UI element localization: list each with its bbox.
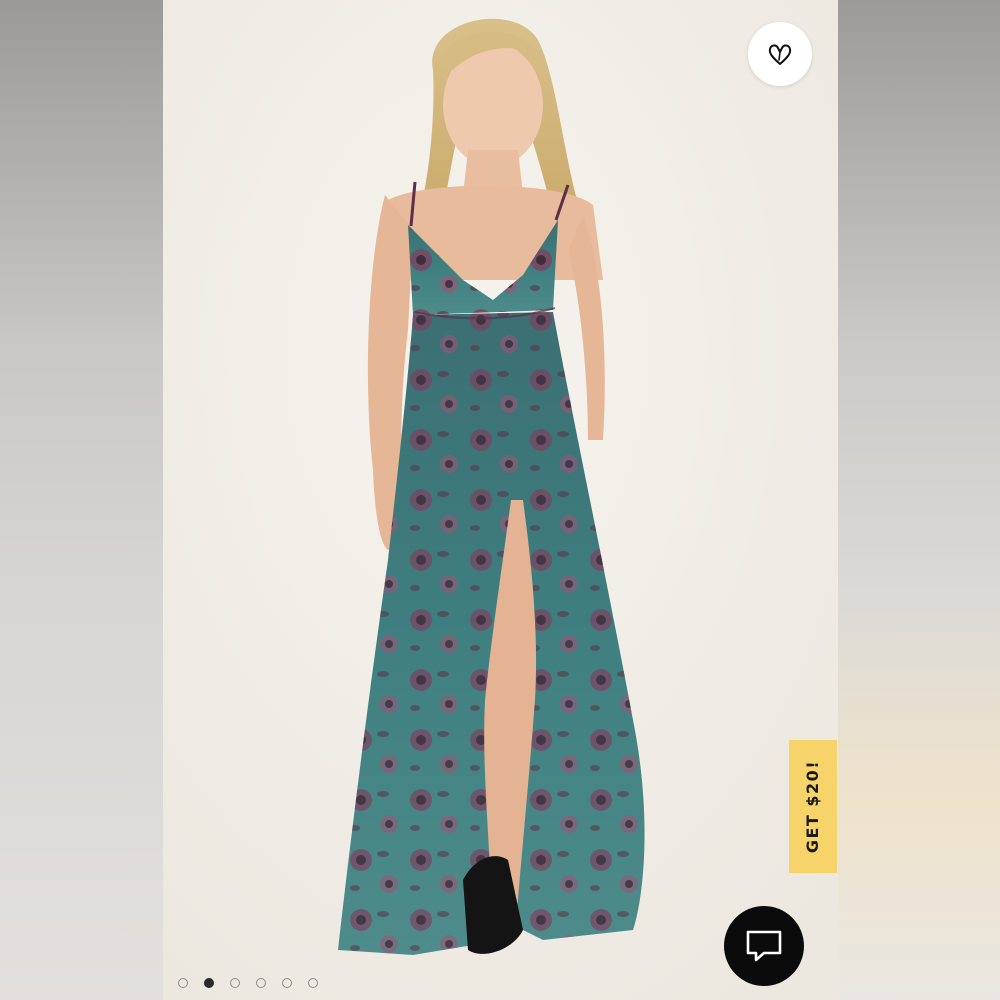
promo-label: GET $20! [803,759,823,854]
product-photo[interactable] [163,0,838,1000]
carousel-dot-1[interactable] [178,978,188,988]
background-blur-left [0,0,163,1000]
carousel-dot-5[interactable] [282,978,292,988]
carousel-dot-6[interactable] [308,978,318,988]
carousel-dot-2[interactable] [204,978,214,988]
dress-illustration [163,0,838,1000]
chat-bubble-icon [746,930,782,962]
carousel-pagination [178,978,318,988]
background-blur-right [838,0,1000,1000]
heart-icon [768,44,792,65]
wishlist-button[interactable] [748,22,812,86]
carousel-dot-4[interactable] [256,978,266,988]
promo-tab[interactable]: GET $20! [789,740,837,873]
chat-button[interactable] [724,906,804,986]
carousel-dot-3[interactable] [230,978,240,988]
